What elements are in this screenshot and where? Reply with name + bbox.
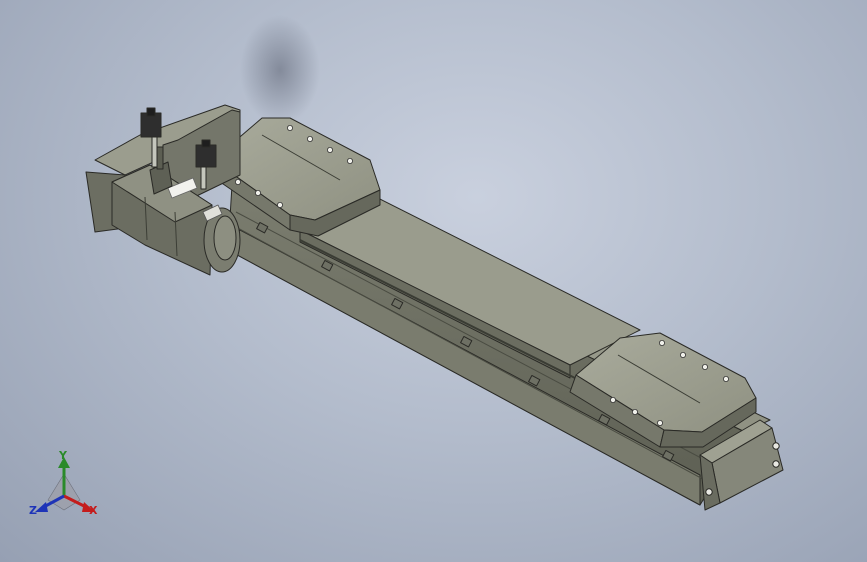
connector-housing bbox=[140, 112, 162, 138]
triad-x-label: X bbox=[89, 504, 98, 517]
connector-cable bbox=[151, 136, 158, 168]
cable-shadow bbox=[240, 15, 320, 125]
carriage-bolt bbox=[680, 351, 687, 358]
end-block-bolt bbox=[772, 460, 780, 468]
carriage-bolt bbox=[657, 419, 664, 426]
carriage-bolt bbox=[723, 375, 730, 382]
view-orientation-triad[interactable] bbox=[35, 457, 95, 512]
carriage-bolt bbox=[306, 135, 313, 142]
end-block-bolt bbox=[705, 488, 713, 496]
motor-end-cap-ring bbox=[213, 215, 237, 261]
graphics-viewport[interactable]: Y X Z bbox=[0, 0, 867, 562]
connector-body-shadow bbox=[156, 146, 164, 170]
cad-model-view[interactable] bbox=[0, 0, 867, 562]
carriage-bolt bbox=[659, 339, 666, 346]
carriage-bolt bbox=[632, 408, 639, 415]
connector-latch bbox=[201, 139, 211, 148]
linear-actuator-assembly[interactable] bbox=[85, 104, 784, 511]
connector-latch bbox=[146, 107, 156, 117]
carriage-bolt bbox=[702, 363, 709, 370]
carriage-bolt bbox=[254, 189, 261, 196]
triad-z-label: Z bbox=[29, 504, 37, 517]
carriage-bolt bbox=[326, 146, 333, 153]
end-block-bolt bbox=[772, 442, 780, 450]
carriage-bolt bbox=[234, 178, 241, 185]
carriage-bolt bbox=[610, 396, 617, 403]
connector-housing bbox=[195, 144, 217, 168]
connector-cable bbox=[200, 166, 207, 190]
carriage-bolt bbox=[276, 201, 283, 208]
triad-y-label: Y bbox=[59, 449, 67, 462]
carriage-bolt bbox=[286, 125, 293, 132]
carriage-bolt bbox=[346, 157, 353, 164]
